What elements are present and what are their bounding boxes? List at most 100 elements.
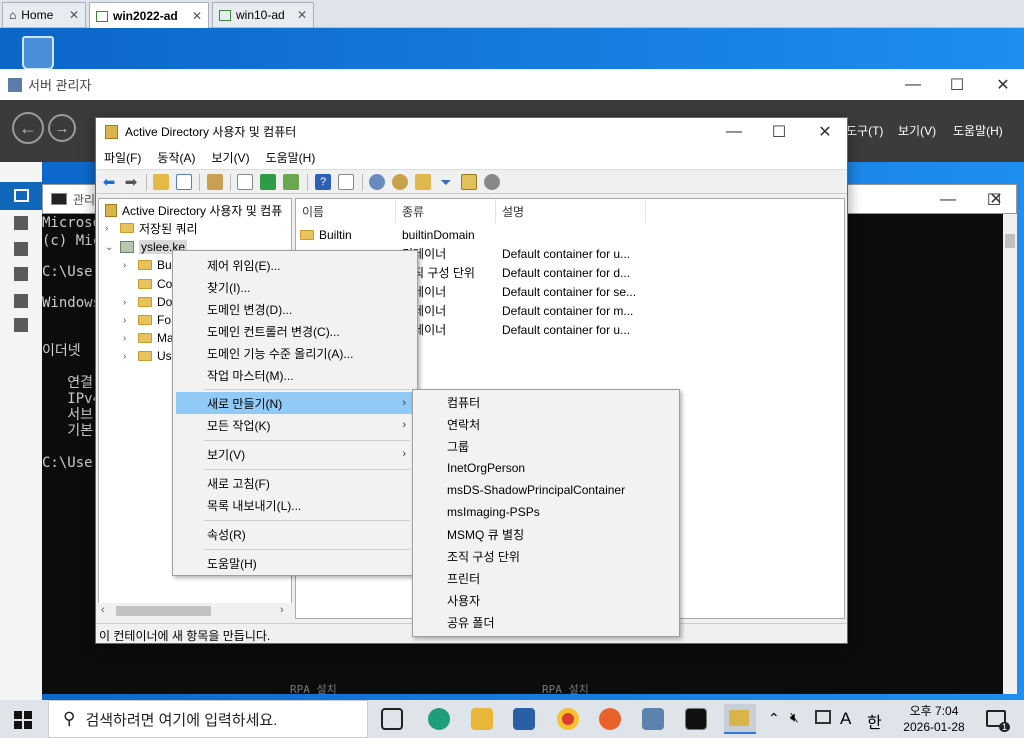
back-icon[interactable]: ← [12,112,44,144]
console-scrollbar[interactable] [1003,214,1017,694]
new-item-shadow-principal-container[interactable]: msDS-ShadowPrincipalContainer [416,479,676,501]
back-icon[interactable]: ⬅ [101,174,117,191]
powershell-icon[interactable] [513,708,535,730]
chevron-right-icon[interactable]: › [123,315,133,326]
new-item-imaging-psps[interactable]: msImaging-PSPs [416,501,676,523]
refresh-icon[interactable] [260,174,276,190]
local-server-icon[interactable] [14,216,28,230]
new-item-shared-folder[interactable]: 공유 폴더 [416,611,676,633]
menu-item-help[interactable]: 도움말(H) [176,552,414,574]
tree-horizontal-scrollbar[interactable]: ‹ › [98,603,292,619]
filter-icon[interactable]: ⏷ [438,174,454,190]
menu-item-refresh[interactable]: 새로 고침(F) [176,472,414,494]
all-servers-icon[interactable] [14,242,28,256]
add-to-group-icon[interactable] [484,174,500,190]
sidebar-item-dashboard[interactable] [0,182,42,210]
network-icon[interactable] [815,710,831,724]
export-list-icon[interactable] [283,174,299,190]
tree-item-child[interactable]: › Us [123,347,172,365]
menu-tools[interactable]: 도구(T) [846,122,883,139]
new-item-contact[interactable]: 연락처 [416,413,676,435]
minimize-icon[interactable]: — [925,184,971,215]
chrome-icon[interactable] [557,708,579,730]
minimize-icon[interactable]: — [711,118,757,145]
chevron-right-icon[interactable]: › [123,297,133,308]
menu-item-export-list[interactable]: 목록 내보내기(L)... [176,494,414,516]
new-item-msmq-alias[interactable]: MSMQ 큐 별칭 [416,523,676,545]
new-item-inetorgperson[interactable]: InetOrgPerson [416,457,676,479]
tree-item-child[interactable]: › Bu [123,256,172,274]
help-icon[interactable]: ? [315,174,331,190]
copy-icon[interactable] [207,174,223,190]
menu-item-raise-functional-level[interactable]: 도메인 기능 수준 올리기(A)... [176,342,414,364]
close-icon[interactable]: ✕ [802,118,848,145]
tab-win2022-ad[interactable]: win2022-ad ✕ [89,2,209,29]
scroll-left-icon[interactable]: ‹ [101,604,105,616]
new-ou-icon[interactable] [415,174,431,190]
task-view-icon[interactable] [381,708,403,730]
find-icon[interactable] [461,174,477,190]
menu-view[interactable]: 보기(V) [898,122,936,139]
minimize-icon[interactable]: — [890,69,936,100]
menu-item-change-dc[interactable]: 도메인 컨트롤러 변경(C)... [176,320,414,342]
tree-item-child[interactable]: Co [123,275,172,293]
forward-icon[interactable]: → [48,114,76,142]
start-button[interactable] [14,711,32,729]
console-view-icon[interactable] [338,174,354,190]
scroll-thumb[interactable] [116,606,211,616]
column-header-description[interactable]: 설명 [496,199,646,223]
menu-item-all-tasks[interactable]: 모든 작업(K) › [176,414,414,436]
list-row-name[interactable]: Builtin [300,225,352,244]
menu-item-operations-masters[interactable]: 작업 마스터(M)... [176,364,414,386]
tab-home[interactable]: ⌂ Home ✕ [2,2,86,27]
properties-icon[interactable] [237,174,253,190]
chevron-right-icon[interactable]: › [123,351,133,362]
taskbar-search[interactable]: ⚲ 검색하려면 여기에 입력하세요. [48,700,368,738]
column-header-name[interactable]: 이름 [296,199,396,223]
ad-taskbar-icon[interactable] [724,704,756,734]
chevron-down-icon[interactable]: ⌄ [105,242,115,253]
ad-ds-icon[interactable] [14,294,28,308]
ime-language[interactable]: 한 [867,709,882,733]
file-services-icon[interactable] [14,318,28,332]
menu-item-change-domain[interactable]: 도메인 변경(D)... [176,298,414,320]
maximize-icon[interactable]: ☐ [756,118,802,145]
tab-win10-ad[interactable]: win10-ad ✕ [212,2,314,27]
show-tree-icon[interactable] [176,174,192,190]
chevron-right-icon[interactable]: › [105,223,115,234]
chevron-right-icon[interactable]: › [123,333,133,344]
close-tab-icon[interactable]: ✕ [69,8,79,22]
menu-view[interactable]: 보기(V) [211,149,249,166]
new-user-icon[interactable] [369,174,385,190]
menu-item-delegate-control[interactable]: 제어 위임(E)... [176,254,414,276]
edge-icon[interactable] [428,708,450,730]
up-folder-icon[interactable] [153,174,169,190]
new-item-printer[interactable]: 프린터 [416,567,676,589]
firefox-icon[interactable] [599,708,621,730]
menu-item-new[interactable]: 새로 만들기(N) › [176,392,414,414]
menu-item-view[interactable]: 보기(V) › [176,443,414,465]
column-header-type[interactable]: 종류 [396,199,496,223]
forward-icon[interactable]: ➡ [123,174,139,191]
chevron-up-icon[interactable]: ⌃ [768,710,780,727]
new-group-icon[interactable] [392,174,408,190]
tree-root[interactable]: Active Directory 사용자 및 컴퓨 [105,201,282,219]
tree-item-saved-queries[interactable]: › 저장된 쿼리 [105,219,198,237]
menu-item-find[interactable]: 찾기(I)... [176,276,414,298]
recycle-bin-icon[interactable] [22,36,54,70]
menu-action[interactable]: 동작(A) [157,149,195,166]
menu-item-properties[interactable]: 속성(R) [176,523,414,545]
menu-help[interactable]: 도움말(H) [266,149,316,166]
maximize-icon[interactable]: ☐ [934,69,980,100]
console-close-icon[interactable]: ✕ [975,184,1017,214]
tree-item-child[interactable]: › Ma [123,329,174,347]
new-item-computer[interactable]: 컴퓨터 [416,391,676,413]
clock[interactable]: 오후 7:04 2026-01-28 [895,703,973,735]
close-icon[interactable]: ✕ [980,69,1024,100]
close-tab-icon[interactable]: ✕ [297,8,307,22]
chevron-right-icon[interactable]: › [123,260,133,271]
scroll-right-icon[interactable]: › [280,604,284,616]
notification-icon[interactable]: 1 [986,710,1010,732]
ime-mode[interactable]: A [840,709,851,729]
file-storage-icon[interactable] [14,267,28,281]
